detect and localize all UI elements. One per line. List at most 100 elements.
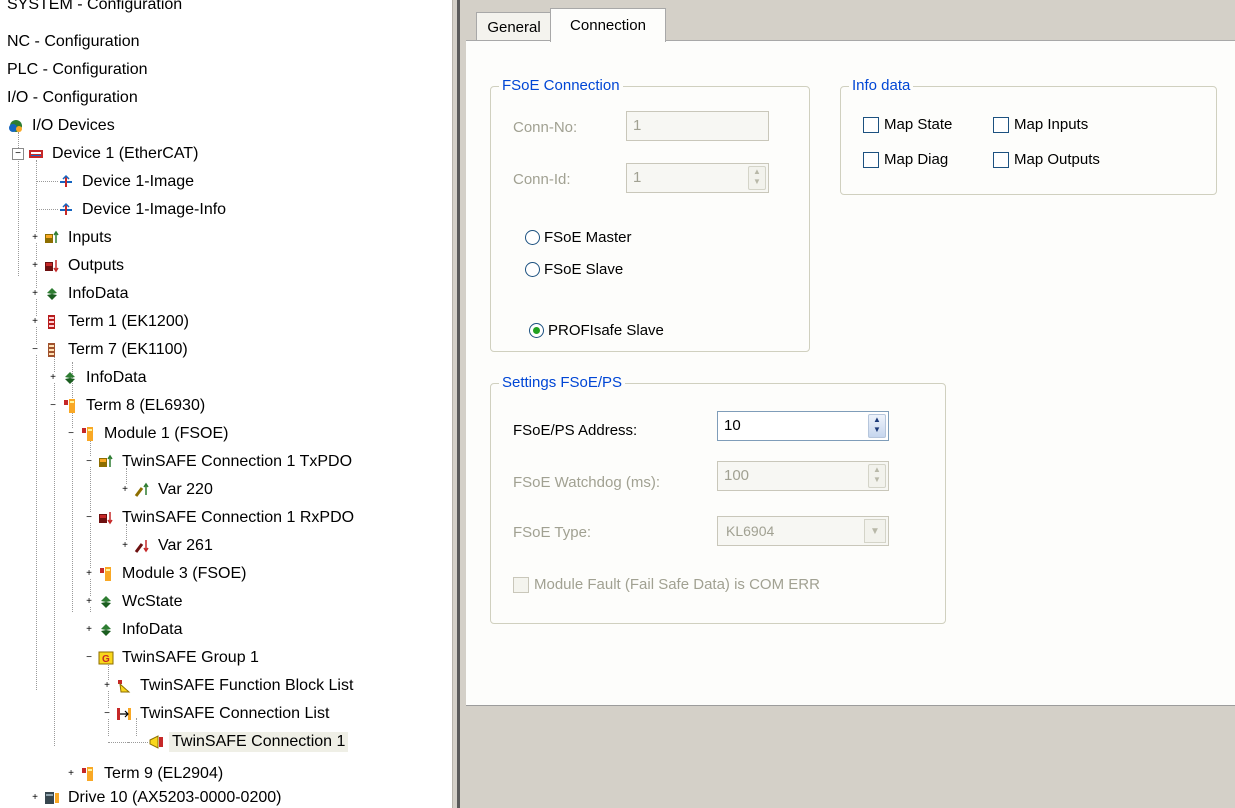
collapse-toggle-icon[interactable]: − <box>30 345 40 355</box>
tree-node-function-block-list[interactable]: + TwinSAFE Function Block List <box>102 672 356 700</box>
image-icon <box>58 174 74 190</box>
expand-toggle-icon[interactable]: + <box>84 569 94 579</box>
tree-node-label: TwinSAFE Connection 1 <box>169 732 349 752</box>
module-icon <box>98 566 114 582</box>
map-inputs-checkbox[interactable]: Map Inputs <box>993 116 1088 133</box>
checkbox-label: Map State <box>884 116 953 133</box>
tree-node-rxpdo[interactable]: − TwinSAFE Connection 1 RxPDO <box>84 504 357 532</box>
image-info-icon <box>58 202 74 218</box>
tree-node-label: InfoData <box>68 285 129 302</box>
tree-node-inputs[interactable]: + Inputs <box>30 224 115 252</box>
map-outputs-checkbox[interactable]: Map Outputs <box>993 151 1100 168</box>
tree-node-term-1[interactable]: + Term 1 (EK1200) <box>30 308 192 336</box>
radio-selected-icon <box>529 323 544 338</box>
tree-node-twinsafe-connection-1[interactable]: TwinSAFE Connection 1 <box>148 728 349 756</box>
collapse-toggle-icon[interactable]: − <box>48 401 58 411</box>
connection-tab-page: FSoE Connection Conn-No: 1 Conn-Id: 1 ▲ ▼… <box>466 40 1235 706</box>
checkbox-label: Map Diag <box>884 151 949 168</box>
tree-node-label: TwinSAFE Connection List <box>140 705 330 722</box>
expand-toggle-icon[interactable]: + <box>30 261 40 271</box>
collapse-toggle-icon[interactable]: − <box>84 513 94 523</box>
tree-node-device-1-image-info[interactable]: Device 1-Image-Info <box>58 196 229 224</box>
tree-node-label: Var 261 <box>158 537 213 554</box>
tree-node-label: TwinSAFE Connection 1 TxPDO <box>122 453 353 470</box>
tree-node-device-1-image[interactable]: Device 1-Image <box>58 168 197 196</box>
tree-node-var-220[interactable]: + Var 220 <box>120 476 216 504</box>
inputs-icon <box>44 230 60 246</box>
map-diag-checkbox[interactable]: Map Diag <box>863 151 948 168</box>
conn-no-value: 1 <box>633 117 642 134</box>
conn-id-label: Conn-Id: <box>513 171 571 188</box>
tree-node-outputs[interactable]: + Outputs <box>30 252 127 280</box>
expand-toggle-icon[interactable]: + <box>30 317 40 327</box>
tree-node-txpdo[interactable]: − TwinSAFE Connection 1 TxPDO <box>84 448 355 476</box>
checkbox-label: Map Inputs <box>1014 116 1089 133</box>
tree-node-drive-10[interactable]: + Drive 10 (AX5203-0000-0200) <box>30 784 284 808</box>
conn-no-label: Conn-No: <box>513 119 578 136</box>
var-output-icon <box>134 538 150 554</box>
collapse-toggle-icon[interactable]: − <box>84 457 94 467</box>
tree-node-twinsafe-group-1[interactable]: − G TwinSAFE Group 1 <box>84 644 262 672</box>
tree-node-label: I/O - Configuration <box>7 89 138 106</box>
chevron-down-icon: ▼ <box>864 519 886 543</box>
tree-node-module-3[interactable]: + Module 3 (FSOE) <box>84 560 249 588</box>
tree-node-device-1[interactable]: − Device 1 (EtherCAT) <box>12 140 201 168</box>
tree-node-term-7[interactable]: − Term 7 (EK1100) <box>30 336 191 364</box>
tree-node-module-1[interactable]: − Module 1 (FSOE) <box>66 420 231 448</box>
tree-node-label: Outputs <box>68 257 125 274</box>
expand-toggle-icon[interactable]: + <box>30 289 40 299</box>
tree-node-term-8[interactable]: − Term 8 (EL6930) <box>48 392 208 420</box>
connection-list-icon <box>116 706 132 722</box>
connection-icon <box>148 734 164 750</box>
tree-node-plc-configuration[interactable]: PLC - Configuration <box>4 56 151 84</box>
tree-node-label: NC - Configuration <box>7 33 140 50</box>
collapse-toggle-icon[interactable]: − <box>66 429 76 439</box>
tree-node-var-261[interactable]: + Var 261 <box>120 532 216 560</box>
address-field[interactable]: 10 ▲ ▼ <box>717 411 889 441</box>
watchdog-label: FSoE Watchdog (ms): <box>513 474 660 491</box>
tree-node-io-devices[interactable]: I/O Devices <box>8 112 118 140</box>
tab-general[interactable]: General <box>476 12 552 41</box>
watchdog-field: 100 ▲ ▼ <box>717 461 889 491</box>
infodata-icon <box>62 370 78 386</box>
tree-node-label: TwinSAFE Connection 1 RxPDO <box>122 509 355 526</box>
tree-node-infodata[interactable]: + InfoData <box>30 280 131 308</box>
tree-node-nc-configuration[interactable]: NC - Configuration <box>4 28 143 56</box>
group-legend: Info data <box>849 77 914 94</box>
collapse-toggle-icon[interactable]: − <box>12 148 24 160</box>
group-legend: Settings FSoE/PS <box>499 374 626 391</box>
project-tree[interactable]: SYSTEM - Configuration NC - Configuratio… <box>0 0 452 808</box>
tree-node-system-configuration[interactable]: SYSTEM - Configuration <box>4 0 185 19</box>
collapse-toggle-icon[interactable]: − <box>84 653 94 663</box>
tree-node-label: Drive 10 (AX5203-0000-0200) <box>68 789 282 806</box>
tree-node-connection-list[interactable]: − TwinSAFE Connection List <box>102 700 332 728</box>
expand-toggle-icon[interactable]: + <box>48 373 58 383</box>
map-state-checkbox[interactable]: Map State <box>863 116 952 133</box>
rxpdo-icon <box>98 510 114 526</box>
tree-node-label: I/O Devices <box>32 117 115 134</box>
tree-node-infodata[interactable]: + InfoData <box>48 364 149 392</box>
spin-arrows-icon[interactable]: ▲ ▼ <box>868 414 886 438</box>
checkbox-icon <box>863 116 879 133</box>
tree-node-label: Inputs <box>68 229 112 246</box>
expand-toggle-icon[interactable]: + <box>30 233 40 243</box>
radio-profisafe-slave[interactable]: PROFIsafe Slave <box>529 322 664 339</box>
expand-toggle-icon[interactable]: + <box>84 625 94 635</box>
terminal-icon <box>62 398 78 414</box>
expand-toggle-icon[interactable]: + <box>30 793 40 803</box>
expand-toggle-icon[interactable]: + <box>120 541 130 551</box>
txpdo-icon <box>98 454 114 470</box>
info-data-group: Info data Map State Map Inputs Map Diag … <box>840 77 1217 195</box>
tree-node-wcstate[interactable]: + WcState <box>84 588 185 616</box>
tab-connection[interactable]: Connection <box>550 8 666 42</box>
expand-toggle-icon[interactable]: + <box>102 681 112 691</box>
tree-node-infodata[interactable]: + InfoData <box>84 616 185 644</box>
expand-toggle-icon[interactable]: + <box>66 769 76 779</box>
collapse-toggle-icon[interactable]: − <box>102 709 112 719</box>
radio-fsoe-slave[interactable]: FSoE Slave <box>525 261 623 278</box>
radio-fsoe-master[interactable]: FSoE Master <box>525 229 632 246</box>
module-icon <box>80 426 96 442</box>
expand-toggle-icon[interactable]: + <box>120 485 130 495</box>
tree-node-io-configuration[interactable]: I/O - Configuration <box>4 84 141 112</box>
expand-toggle-icon[interactable]: + <box>84 597 94 607</box>
